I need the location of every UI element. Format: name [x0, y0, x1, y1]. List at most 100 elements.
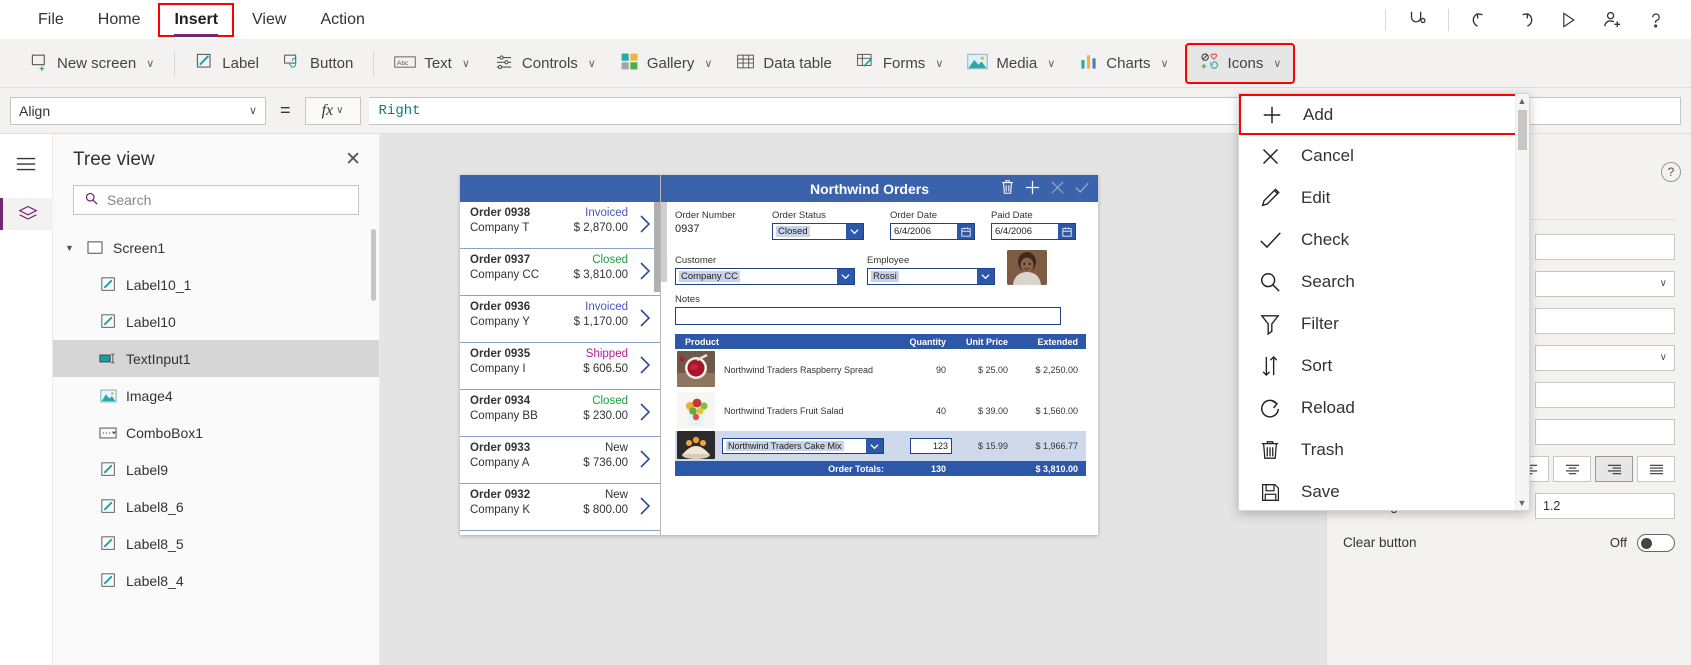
align-justify-button[interactable]: [1637, 455, 1675, 482]
order-status-dropdown[interactable]: Closed: [772, 223, 864, 240]
chevron-down-icon[interactable]: [837, 269, 854, 284]
icons-menu-item-sort[interactable]: Sort: [1239, 345, 1529, 387]
hamburger-menu-icon[interactable]: [8, 148, 44, 180]
trash-icon[interactable]: [1000, 179, 1015, 198]
ribbon-new-screen[interactable]: New screen ∨: [18, 45, 166, 82]
calendar-icon[interactable]: [1058, 224, 1075, 239]
property-line-height-input[interactable]: 1.2: [1535, 492, 1675, 519]
gallery-row[interactable]: Order 0933 New Company A $ 736.00: [460, 437, 660, 484]
share-user-icon[interactable]: [1591, 1, 1633, 39]
gallery-row[interactable]: Order 0934 Closed Company BB $ 230.00: [460, 390, 660, 437]
property-font-select[interactable]: ∨: [1535, 344, 1675, 371]
icons-menu-item-search[interactable]: Search: [1239, 261, 1529, 303]
product-select[interactable]: Northwind Traders Cake Mix: [722, 438, 884, 454]
tree-item-label10-1[interactable]: Label10_1: [53, 266, 379, 303]
chevron-down-icon[interactable]: [846, 224, 863, 239]
table-row[interactable]: Northwind Traders Fruit Salad 40 $ 39.00…: [675, 390, 1086, 431]
expand-caret-icon[interactable]: ▼: [65, 243, 77, 253]
undo-icon[interactable]: [1459, 1, 1501, 39]
cancel-icon[interactable]: [1050, 180, 1065, 198]
chevron-down-icon[interactable]: [866, 439, 883, 453]
ribbon-label[interactable]: Label: [183, 45, 271, 82]
icons-menu-item-cancel[interactable]: Cancel: [1239, 135, 1529, 177]
ribbon-data-table[interactable]: Data table: [724, 45, 843, 82]
menu-item-insert[interactable]: Insert: [158, 2, 235, 37]
order-date-input[interactable]: 6/4/2006: [890, 223, 975, 240]
notes-input[interactable]: [675, 307, 1061, 325]
icons-menu-item-reload[interactable]: Reload: [1239, 387, 1529, 429]
ribbon-icons[interactable]: Icons ∨: [1184, 43, 1296, 84]
tree-item-image4[interactable]: Image4: [53, 377, 379, 414]
align-center-button[interactable]: [1553, 455, 1591, 482]
check-icon[interactable]: [1074, 180, 1090, 198]
fx-button[interactable]: fx ∨: [304, 96, 361, 125]
ribbon-charts[interactable]: Charts ∨: [1067, 45, 1180, 82]
close-icon[interactable]: ✕: [345, 148, 361, 171]
scroll-up-arrow-icon[interactable]: ▲: [1516, 96, 1528, 106]
ribbon-forms[interactable]: Forms ∨: [844, 45, 956, 82]
property-font-size-input[interactable]: [1535, 381, 1675, 408]
menu-item-file[interactable]: File: [24, 5, 78, 35]
tree-item-label8-5[interactable]: Label8_5: [53, 525, 379, 562]
gallery-row[interactable]: Order 0937 Closed Company CC $ 3,810.00: [460, 249, 660, 296]
menu-item-view[interactable]: View: [238, 5, 300, 35]
gallery-row[interactable]: Order 0932 New Company K $ 800.00: [460, 484, 660, 531]
health-check-icon[interactable]: [1396, 1, 1438, 39]
menu-item-action[interactable]: Action: [306, 5, 378, 35]
customer-dropdown[interactable]: Company CC: [675, 268, 855, 285]
chevron-right-icon[interactable]: [638, 308, 652, 328]
icons-menu-item-filter[interactable]: Filter: [1239, 303, 1529, 345]
chevron-right-icon[interactable]: [638, 402, 652, 422]
icons-menu-item-trash[interactable]: Trash: [1239, 429, 1529, 471]
gallery-scrollbar[interactable]: [654, 202, 660, 292]
search-input[interactable]: Search: [73, 185, 359, 215]
redo-icon[interactable]: [1503, 1, 1545, 39]
tree-view-scrollbar[interactable]: [371, 229, 376, 301]
calendar-icon[interactable]: [957, 224, 974, 239]
clear-button-toggle[interactable]: Off: [1610, 533, 1675, 552]
play-preview-icon[interactable]: [1547, 1, 1589, 39]
tree-item-screen1[interactable]: ▼ Screen1: [53, 229, 379, 266]
gallery-row[interactable]: Order 0935 Shipped Company I $ 606.50: [460, 343, 660, 390]
icons-menu-scroll-thumb[interactable]: [1518, 110, 1527, 150]
property-format-select[interactable]: ∨: [1535, 270, 1675, 297]
property-font-weight-select[interactable]: [1535, 418, 1675, 445]
table-row[interactable]: Northwind Traders Raspberry Spread 90 $ …: [675, 349, 1086, 390]
product-quantity-input[interactable]: 123: [890, 438, 952, 454]
chevron-right-icon[interactable]: [638, 449, 652, 469]
icons-menu-scrollbar[interactable]: ▲ ▼: [1515, 94, 1529, 510]
ribbon-text[interactable]: Abc Text ∨: [382, 47, 482, 81]
tree-item-combobox1[interactable]: ComboBox1: [53, 414, 379, 451]
chevron-right-icon[interactable]: [638, 355, 652, 375]
ribbon-controls[interactable]: Controls ∨: [482, 45, 608, 82]
tree-item-label9[interactable]: Label9: [53, 451, 379, 488]
ribbon-media[interactable]: Media ∨: [955, 46, 1067, 81]
toggle-switch[interactable]: [1637, 533, 1675, 552]
icons-menu-item-edit[interactable]: Edit: [1239, 177, 1529, 219]
property-default-input[interactable]: [1535, 233, 1675, 260]
chevron-right-icon[interactable]: [638, 496, 652, 516]
property-selector[interactable]: Align ∨: [10, 96, 266, 125]
add-icon[interactable]: [1024, 179, 1041, 199]
align-right-button[interactable]: [1595, 455, 1633, 482]
icons-menu-item-check[interactable]: Check: [1239, 219, 1529, 261]
help-icon[interactable]: ?: [1661, 162, 1681, 182]
paid-date-input[interactable]: 6/4/2006: [991, 223, 1076, 240]
icons-menu-item-save[interactable]: Save: [1239, 471, 1529, 510]
tree-view-rail-icon[interactable]: [0, 198, 53, 230]
tree-item-textinput1[interactable]: TextInput1: [53, 340, 379, 377]
product-name-dropdown[interactable]: Northwind Traders Cake Mix: [718, 438, 890, 454]
chevron-down-icon[interactable]: [977, 269, 994, 284]
tree-item-label8-4[interactable]: Label8_4: [53, 562, 379, 599]
chevron-right-icon[interactable]: [638, 261, 652, 281]
gallery-row[interactable]: Order 0938 Invoiced Company T $ 2,870.00: [460, 202, 660, 249]
icons-menu-item-add[interactable]: Add: [1239, 94, 1529, 135]
employee-dropdown[interactable]: Rossi: [867, 268, 995, 285]
gallery-row[interactable]: Order 0936 Invoiced Company Y $ 1,170.00: [460, 296, 660, 343]
property-hint-input[interactable]: [1535, 307, 1675, 334]
menu-item-home[interactable]: Home: [84, 5, 155, 35]
scroll-down-arrow-icon[interactable]: ▼: [1516, 498, 1528, 508]
tree-item-label10[interactable]: Label10: [53, 303, 379, 340]
help-icon[interactable]: [1635, 1, 1677, 39]
table-row-editing[interactable]: Northwind Traders Cake Mix 123 $ 15.99 $…: [675, 431, 1086, 461]
